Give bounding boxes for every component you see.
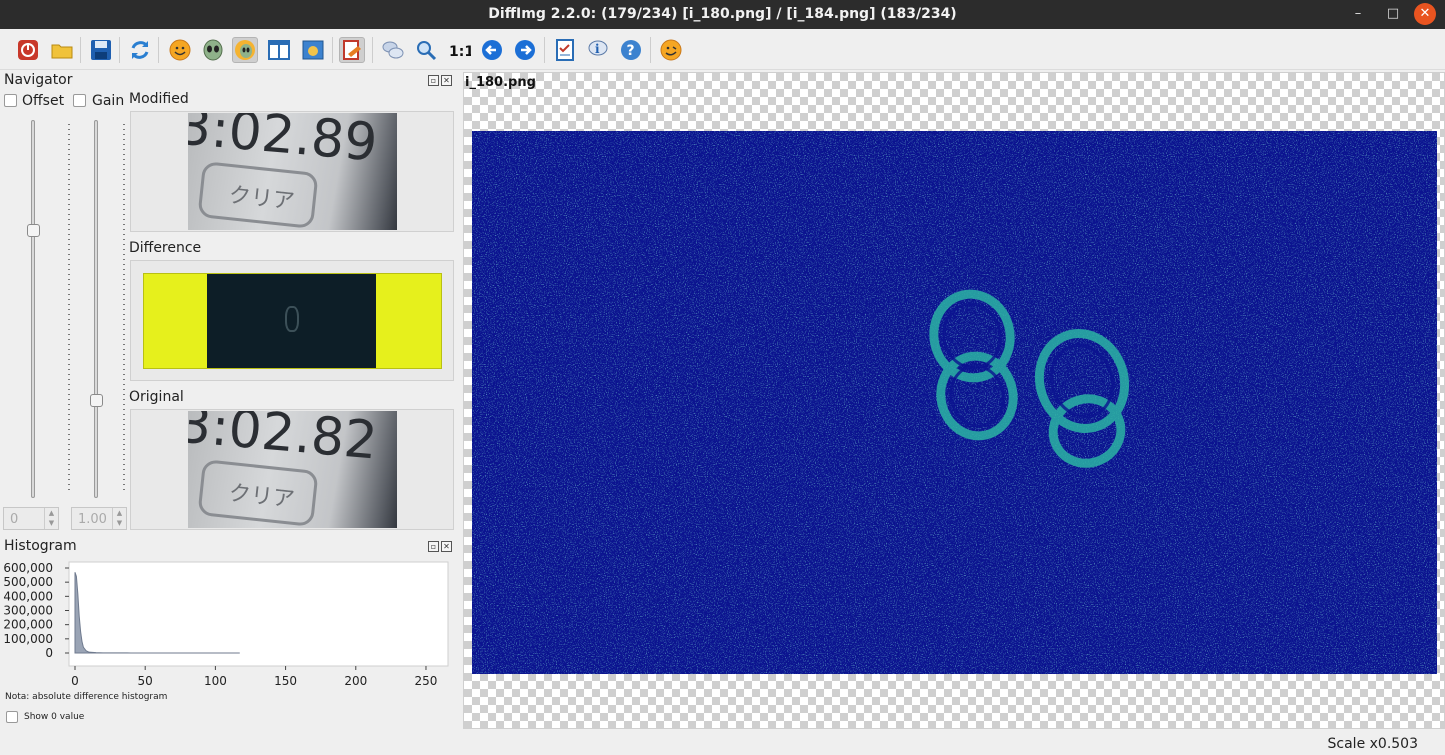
toolbar: 1:1 i ? (0, 29, 1445, 70)
viewer-filename: i_180.png (465, 75, 536, 90)
y-tick-label: 100,000 (3, 632, 53, 646)
image-view-icon[interactable] (300, 37, 326, 63)
y-tick-label: 0 (45, 646, 53, 660)
histogram-chart: 600,000500,000400,000300,000200,000100,0… (3, 561, 449, 688)
float-dock-icon[interactable]: ▫ (428, 541, 439, 552)
gain-slider[interactable] (94, 120, 98, 498)
arrow-right-icon[interactable] (512, 37, 538, 63)
checklist-icon[interactable] (552, 37, 578, 63)
about-icon[interactable] (658, 37, 684, 63)
maximize-button[interactable]: □ (1378, 0, 1408, 29)
chat-icon[interactable] (380, 37, 406, 63)
toolbar-separator (544, 37, 545, 63)
spin-arrows-icon[interactable]: ▲ ▼ (112, 508, 126, 529)
close-dock-icon[interactable]: ✕ (441, 541, 452, 552)
scale-readout: Scale x0.503 (1327, 736, 1418, 752)
show-zero-checkbox[interactable] (6, 711, 18, 723)
navigator-title: Navigator (4, 72, 73, 88)
save-icon[interactable] (88, 37, 114, 63)
alien-diff-icon[interactable] (232, 37, 258, 63)
svg-text:?: ? (627, 43, 635, 59)
svg-text:i: i (595, 42, 600, 56)
offset-label: Offset (22, 93, 65, 109)
difference-label: Difference (129, 240, 202, 256)
float-dock-icon[interactable]: ▫ (428, 75, 439, 86)
original-label: Original (129, 389, 184, 405)
difference-image-view[interactable] (472, 131, 1437, 674)
arrow-left-icon[interactable] (479, 37, 505, 63)
offset-slider[interactable] (31, 120, 35, 498)
original-button-text: クリア (197, 459, 319, 527)
modified-thumbnail[interactable]: 3:02.89 クリア (130, 111, 454, 232)
toolbar-separator (119, 37, 120, 63)
toolbar-separator (372, 37, 373, 63)
x-tick-label: 250 (415, 674, 438, 688)
offset-value: 0 (10, 512, 19, 527)
slider-ticks (123, 124, 125, 494)
difference-shape (285, 306, 299, 332)
help-icon[interactable]: ? (618, 37, 644, 63)
close-button[interactable]: ✕ (1414, 3, 1436, 25)
slider-ticks (68, 124, 70, 494)
alien-icon[interactable] (200, 37, 226, 63)
gain-label: Gain (92, 93, 125, 109)
smiley-icon[interactable] (167, 37, 193, 63)
toolbar-separator (332, 37, 333, 63)
image-viewer[interactable]: i_180.png (463, 72, 1445, 729)
power-icon[interactable] (15, 37, 41, 63)
offset-slider-handle[interactable] (27, 224, 40, 237)
gain-checkbox[interactable] (73, 94, 86, 107)
refresh-icon[interactable] (127, 37, 153, 63)
y-tick-label: 200,000 (3, 618, 53, 632)
svg-text:1:1: 1:1 (449, 44, 471, 60)
x-tick-label: 200 (344, 674, 367, 688)
gain-slider-handle[interactable] (90, 394, 103, 407)
title-bar: DiffImg 2.2.0: (179/234) [i_180.png] / [… (0, 0, 1445, 29)
spin-arrows-icon[interactable]: ▲ ▼ (44, 508, 58, 529)
navigator-dock-buttons: ▫ ✕ (428, 75, 452, 86)
zoom-fit-icon[interactable] (413, 37, 439, 63)
x-tick-label: 100 (204, 674, 227, 688)
x-tick-label: 50 (138, 674, 153, 688)
modified-label: Modified (129, 91, 189, 107)
histogram-dock-buttons: ▫ ✕ (428, 541, 452, 552)
y-tick-label: 600,000 (3, 561, 53, 575)
y-tick-label: 500,000 (3, 575, 53, 589)
offset-spinbox[interactable]: 0 ▲ ▼ (3, 507, 59, 530)
y-tick-label: 400,000 (3, 589, 53, 603)
gain-spinbox[interactable]: 1.00 ▲ ▼ (71, 507, 127, 530)
modified-image: 3:02.89 クリア (188, 113, 397, 230)
x-tick-label: 150 (274, 674, 297, 688)
offset-checkbox[interactable] (4, 94, 17, 107)
toolbar-separator (650, 37, 651, 63)
histogram-plot-area (68, 561, 449, 667)
mask-icon[interactable] (339, 37, 365, 63)
status-bar: Scale x0.503 (0, 733, 1445, 755)
difference-thumbnail[interactable] (130, 260, 454, 381)
gain-value: 1.00 (78, 512, 107, 527)
histogram-note: Nota: absolute difference histogram (5, 692, 168, 702)
toolbar-separator (158, 37, 159, 63)
x-tick-label: 0 (71, 674, 79, 688)
original-thumbnail[interactable]: 3:02.82 クリア (130, 409, 454, 530)
modified-button-text: クリア (197, 161, 319, 229)
close-dock-icon[interactable]: ✕ (441, 75, 452, 86)
split-view-icon[interactable] (266, 37, 292, 63)
y-tick-label: 300,000 (3, 604, 53, 618)
original-image: 3:02.82 クリア (188, 411, 397, 528)
histogram-title: Histogram (4, 538, 77, 554)
diff-dark-noise (472, 131, 1437, 674)
window-title: DiffImg 2.2.0: (179/234) [i_180.png] / [… (488, 6, 957, 22)
toolbar-separator (80, 37, 81, 63)
info-icon[interactable]: i (585, 37, 611, 63)
difference-image (207, 274, 376, 368)
open-folder-icon[interactable] (49, 37, 75, 63)
show-zero-label: Show 0 value (24, 712, 85, 722)
zoom-1-1-icon[interactable]: 1:1 (446, 37, 472, 63)
difference-frame (143, 273, 442, 369)
minimize-button[interactable]: – (1343, 0, 1373, 29)
